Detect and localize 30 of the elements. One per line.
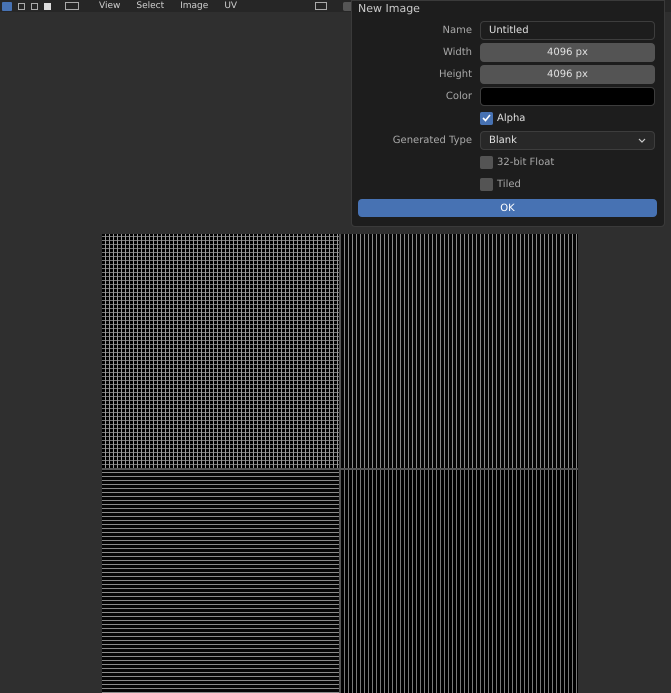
- checkbox-label: Tiled: [497, 178, 521, 192]
- image-editor-icon[interactable]: [65, 2, 79, 10]
- frame-icon[interactable]: [315, 2, 328, 10]
- checkbox[interactable]: [480, 178, 493, 190]
- select-mode-icon[interactable]: [2, 2, 12, 10]
- checkbox-label: Alpha: [497, 112, 526, 126]
- field-label: Color: [446, 90, 472, 102]
- check-icon: [482, 114, 491, 122]
- ok-button[interactable]: OK: [358, 199, 657, 217]
- name-field[interactable]: Untitled: [480, 20, 655, 40]
- number-field[interactable]: 4096 px: [480, 42, 655, 62]
- menu-item[interactable]: UV: [224, 0, 238, 12]
- checkbox[interactable]: [480, 112, 493, 124]
- square-icon[interactable]: [18, 2, 25, 10]
- generated-type-dropdown[interactable]: Blank: [480, 130, 655, 150]
- menu-item[interactable]: View: [99, 0, 120, 12]
- field-label: Width: [442, 46, 472, 58]
- number-field[interactable]: 4096 px: [480, 64, 655, 84]
- field-label: Name: [442, 24, 472, 36]
- field-label: Height: [438, 68, 472, 80]
- square-icon[interactable]: [31, 2, 38, 10]
- menu-item[interactable]: Select: [136, 0, 164, 12]
- menu-item[interactable]: Image: [180, 0, 208, 12]
- field-label: Generated Type: [392, 134, 472, 146]
- checkbox[interactable]: [480, 156, 493, 168]
- dialog-title: New Image: [358, 1, 420, 17]
- checkbox-label: 32-bit Float: [497, 156, 554, 170]
- chevron-down-icon: [638, 138, 646, 142]
- square-icon[interactable]: [44, 2, 51, 10]
- color-swatch[interactable]: [480, 86, 655, 106]
